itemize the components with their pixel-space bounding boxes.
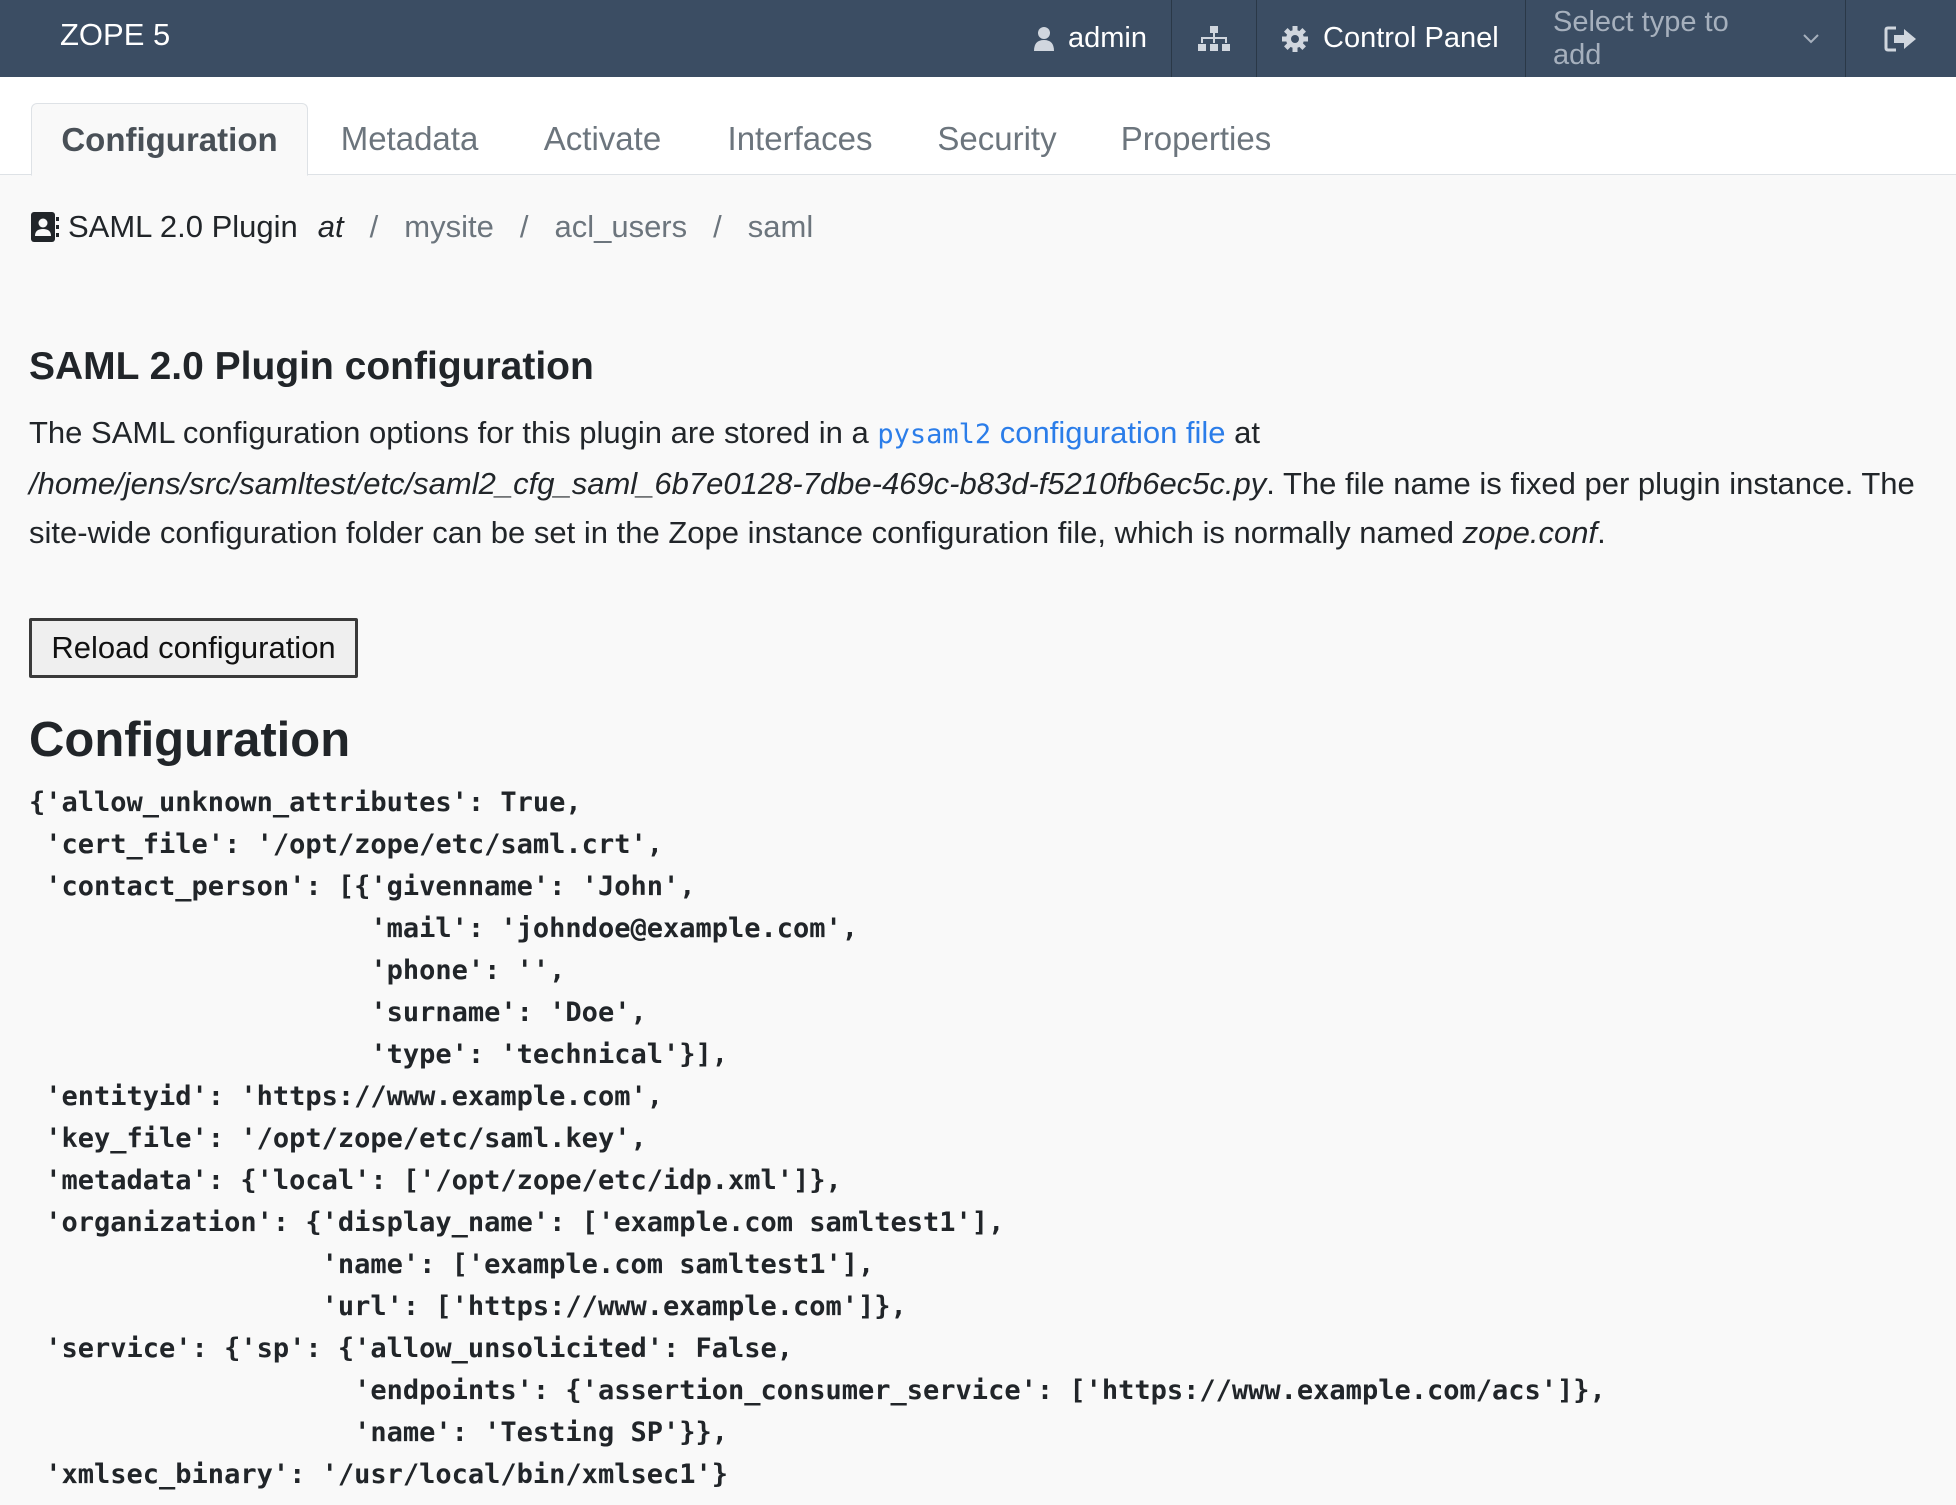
tab-interfaces[interactable]: Interfaces [694, 103, 906, 175]
breadcrumb-at: at [317, 209, 344, 244]
gear-icon [1281, 25, 1309, 53]
logout-button[interactable] [1845, 0, 1956, 77]
user-name: admin [1068, 22, 1147, 54]
brand-logo[interactable]: ZOPE 5 [0, 0, 240, 77]
breadcrumb: SAML 2.0 Plugin at / mysite / acl_users … [30, 205, 813, 249]
navbar-spacer [240, 0, 1009, 77]
top-navbar: ZOPE 5 admin Control Panel Select type t… [0, 0, 1956, 77]
configuration-dump: {'allow_unknown_attributes': True, 'cert… [29, 782, 1929, 1496]
config-line: 'key_file': '/opt/zope/etc/saml.key', [29, 1123, 647, 1154]
pysaml2-config-link[interactable]: pysaml2 configuration file [877, 415, 1225, 450]
config-line: 'endpoints': {'assertion_consumer_servic… [29, 1375, 1606, 1406]
intro-text-end: . [1597, 515, 1606, 550]
config-line: 'cert_file': '/opt/zope/etc/saml.crt', [29, 829, 663, 860]
config-line: 'name': 'Testing SP'}}, [29, 1417, 728, 1448]
reload-configuration-button[interactable]: Reload configuration [29, 618, 358, 678]
config-line: 'service': {'sp': {'allow_unsolicited': … [29, 1333, 794, 1364]
select-type-placeholder: Select type to add [1553, 5, 1729, 71]
config-line: 'type': 'technical'}], [29, 1039, 728, 1070]
config-line: {'allow_unknown_attributes': True, [29, 787, 582, 818]
breadcrumb-item-mysite[interactable]: mysite [404, 209, 494, 245]
config-line: 'contact_person': [{'givenname': 'John', [29, 871, 696, 902]
configuration-heading: Configuration [29, 713, 351, 767]
breadcrumb-item-saml[interactable]: saml [748, 209, 813, 245]
address-card-icon [30, 211, 60, 243]
config-line: 'metadata': {'local': ['/opt/zope/etc/id… [29, 1165, 842, 1196]
config-line: 'mail': 'johndoe@example.com', [29, 913, 859, 944]
config-line: 'url': ['https://www.example.com']}, [29, 1291, 907, 1322]
config-file-link-text: configuration file [991, 415, 1226, 450]
tab-configuration[interactable]: Configuration [31, 103, 308, 176]
select-type-dropdown[interactable]: Select type to add [1525, 0, 1845, 77]
pysaml2-code: pysaml2 [877, 419, 992, 450]
control-panel-label: Control Panel [1323, 22, 1499, 54]
tab-bar: Configuration Metadata Activate Interfac… [0, 77, 1956, 176]
config-line: 'phone': '', [29, 955, 566, 986]
object-type-label: SAML 2.0 Plugin [68, 209, 298, 244]
sitemap-icon [1197, 25, 1231, 52]
config-line: 'entityid': 'https://www.example.com', [29, 1081, 663, 1112]
breadcrumb-separator: / [519, 209, 529, 244]
sitemap-button[interactable] [1171, 0, 1256, 77]
config-line: 'organization': {'display_name': ['examp… [29, 1207, 1005, 1238]
page-title: SAML 2.0 Plugin configuration [29, 345, 594, 388]
logout-icon [1884, 25, 1918, 53]
breadcrumb-item-acl-users[interactable]: acl_users [554, 209, 687, 245]
config-line: 'xmlsec_binary': '/usr/local/bin/xmlsec1… [29, 1459, 728, 1490]
user-icon [1034, 26, 1054, 52]
tab-security[interactable]: Security [906, 103, 1088, 175]
breadcrumb-separator: / [713, 209, 722, 244]
control-panel-link[interactable]: Control Panel [1256, 0, 1525, 77]
tab-properties[interactable]: Properties [1088, 103, 1304, 175]
tab-activate[interactable]: Activate [511, 103, 694, 175]
config-line: 'surname': 'Doe', [29, 997, 647, 1028]
intro-text-before: The SAML configuration options for this … [29, 415, 878, 450]
intro-text-at: at [1225, 415, 1261, 450]
chevron-down-icon [1802, 33, 1820, 45]
tab-metadata[interactable]: Metadata [308, 103, 511, 175]
zope-conf-name: zope.conf [1462, 515, 1598, 550]
config-file-path: /home/jens/src/samltest/etc/saml2_cfg_sa… [29, 466, 1267, 501]
intro-paragraph: The SAML configuration options for this … [29, 408, 1929, 557]
breadcrumb-separator: / [369, 209, 379, 244]
user-menu[interactable]: admin [1009, 0, 1171, 77]
config-line: 'name': ['example.com samltest1'], [29, 1249, 875, 1280]
